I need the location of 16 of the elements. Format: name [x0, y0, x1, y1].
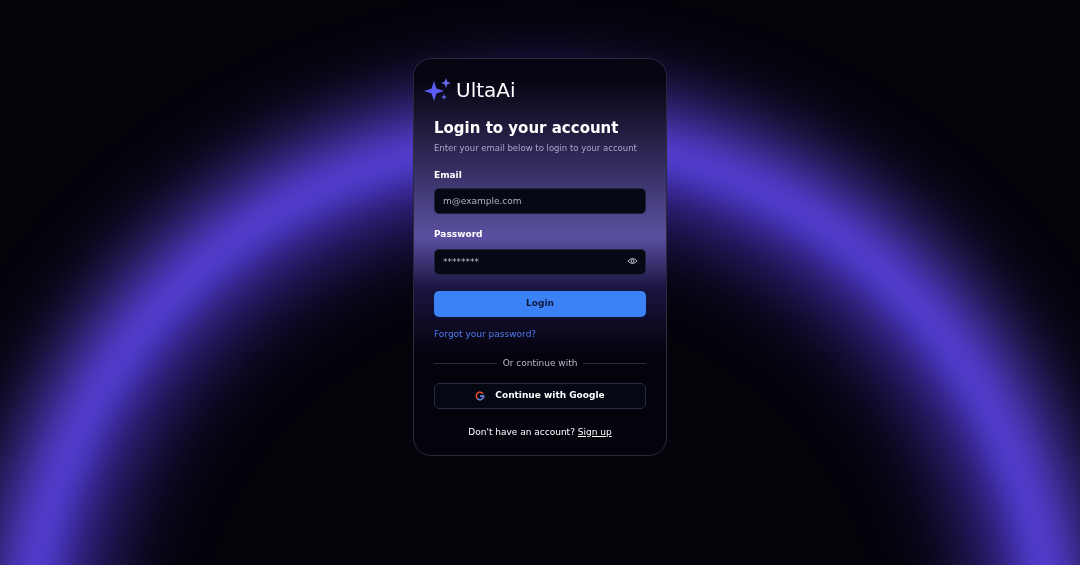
login-title: Login to your account	[434, 119, 620, 138]
google-g-icon	[475, 390, 486, 401]
divider-text: Or continue with	[501, 357, 579, 370]
field-label: Password	[434, 228, 484, 241]
email-field[interactable]: m@example.com	[434, 188, 646, 214]
field-label: Email	[434, 168, 463, 182]
signup-prompt: Don't have an account?	[468, 426, 575, 437]
forgot-password-link[interactable]: Forgot your password?	[434, 327, 646, 341]
login-button[interactable]: Login	[434, 290, 646, 317]
password-field[interactable]: ********	[434, 248, 646, 275]
login-subtitle: Enter your email below to login to your account	[434, 141, 638, 155]
sparkle-icon	[424, 77, 452, 103]
google-button[interactable]: Continue with Google	[434, 382, 646, 409]
brand-name: UltaAi	[456, 80, 516, 100]
eye-icon[interactable]	[627, 256, 638, 265]
signup-link[interactable]: Sign up	[577, 426, 612, 437]
